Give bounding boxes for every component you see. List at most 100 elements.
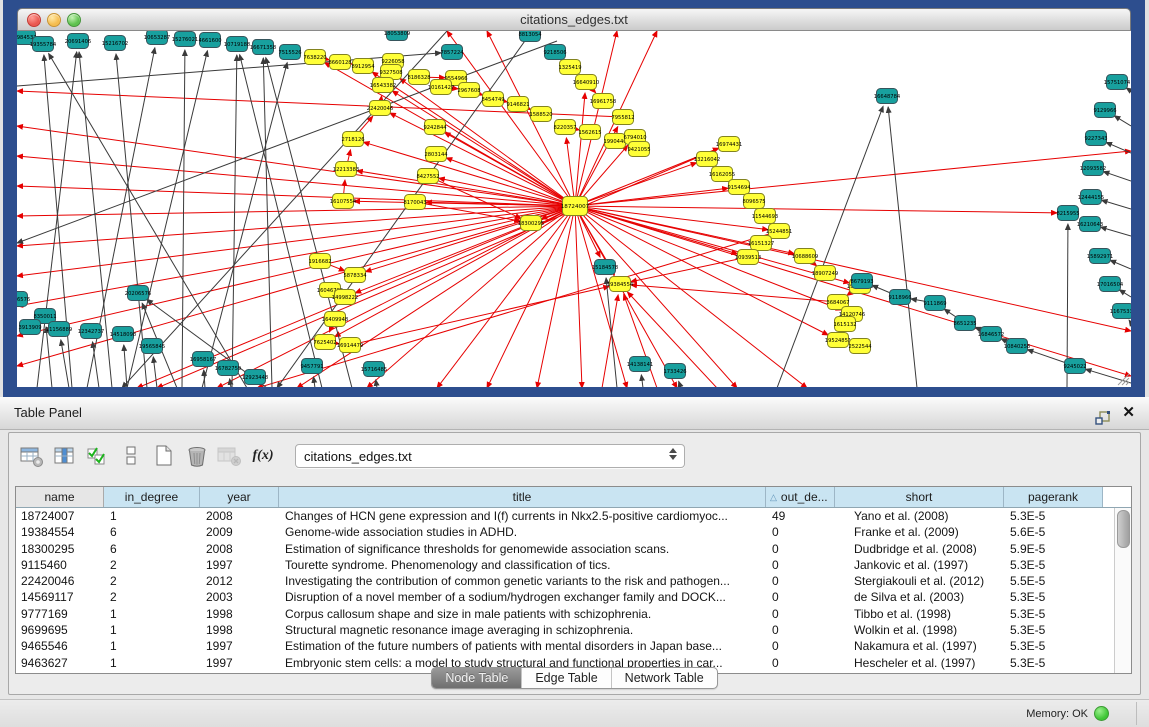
graph-node[interactable]: 1615132 xyxy=(833,317,856,332)
graph-node[interactable]: 15751074 xyxy=(1104,75,1131,90)
graph-node[interactable]: 20691406 xyxy=(65,34,91,49)
graph-node[interactable]: 10653287 xyxy=(144,31,170,45)
graph-node[interactable]: 12093582 xyxy=(1080,161,1106,176)
table-mode-button[interactable] xyxy=(17,441,47,471)
vertical-scrollbar[interactable] xyxy=(1114,508,1131,673)
graph-node[interactable]: 8096575 xyxy=(742,194,765,209)
graph-node[interactable]: 9242844 xyxy=(423,120,447,135)
graph-node[interactable]: 1325419 xyxy=(558,60,581,75)
graph-node[interactable]: 7955812 xyxy=(611,110,634,125)
column-header-pagerank[interactable]: pagerank xyxy=(1004,487,1103,507)
table-selector-dropdown[interactable]: citations_edges.txt xyxy=(295,444,685,468)
graph-node[interactable]: 19355784 xyxy=(30,37,57,52)
graph-node[interactable]: 2522544 xyxy=(848,339,872,354)
minimize-window-button[interactable] xyxy=(47,13,61,27)
tab-edge-table[interactable]: Edge Table xyxy=(521,668,610,688)
column-header-indegree[interactable]: in_degree xyxy=(104,487,200,507)
row-mode-button[interactable] xyxy=(116,441,146,471)
graph-node[interactable]: 16958167 xyxy=(190,352,216,367)
column-header-year[interactable]: year xyxy=(200,487,279,507)
graph-node[interactable]: 19384554 xyxy=(607,277,634,292)
network-canvas[interactable]: 1872400719384554183002957638220866012889… xyxy=(17,31,1131,387)
graph-node[interactable]: 2803144 xyxy=(424,147,448,162)
graph-node[interactable]: 20206576 xyxy=(125,286,151,301)
table-row[interactable]: 977716911998Corpus callosum shape and si… xyxy=(16,606,1114,622)
graph-node[interactable]: 9457791 xyxy=(300,359,323,374)
table-row[interactable]: 1830029562008Estimation of significance … xyxy=(16,541,1114,557)
column-header-outde[interactable]: △out_de... xyxy=(766,487,835,507)
graph-node[interactable]: 9118966 xyxy=(888,290,911,305)
graph-node[interactable]: 9146821 xyxy=(506,97,529,112)
delete-table-button[interactable] xyxy=(215,441,245,471)
graph-node[interactable]: 3913909 xyxy=(18,320,41,335)
graph-node[interactable]: 5878334 xyxy=(343,268,367,283)
graph-node[interactable]: 16151327 xyxy=(748,236,774,251)
graph-node[interactable]: 7857224 xyxy=(440,45,464,60)
graph-node[interactable]: 19565845 xyxy=(139,339,165,354)
graph-node[interactable]: 10688609 xyxy=(792,249,818,264)
close-panel-icon[interactable]: ✕ xyxy=(1122,397,1135,429)
graph-node[interactable]: 9154694 xyxy=(727,180,751,195)
function-builder-button[interactable]: f(x) xyxy=(248,441,278,471)
graph-node[interactable]: 1588520 xyxy=(529,107,552,122)
graph-node[interactable]: 16914479 xyxy=(337,338,363,353)
graph-node[interactable]: 15892971 xyxy=(1087,249,1113,264)
graph-node[interactable]: 2967608 xyxy=(457,83,480,98)
graph-node[interactable]: 16648784 xyxy=(874,89,901,104)
graph-node[interactable]: 16974431 xyxy=(716,137,742,152)
graph-node[interactable]: 18300295 xyxy=(518,216,544,231)
graph-node[interactable]: 8454749 xyxy=(481,92,504,107)
graph-node[interactable]: 7515526 xyxy=(278,45,301,60)
graph-node[interactable]: 16107554 xyxy=(330,194,357,209)
tab-node-table[interactable]: Node Table xyxy=(432,668,521,688)
graph-node[interactable]: 10719188 xyxy=(224,37,250,52)
column-header-name[interactable]: name xyxy=(16,487,104,507)
graph-node[interactable]: 8912954 xyxy=(351,59,375,74)
graph-node[interactable]: 8220357 xyxy=(553,120,576,135)
graph-node[interactable]: 9245022 xyxy=(1063,359,1086,374)
graph-node[interactable]: 9421055 xyxy=(627,142,650,157)
table-row[interactable]: 2242004622012Investigating the contribut… xyxy=(16,573,1114,589)
close-window-button[interactable] xyxy=(27,13,41,27)
graph-node[interactable]: 8660128 xyxy=(328,55,351,70)
graph-node[interactable]: 12213383 xyxy=(333,162,359,177)
graph-node[interactable]: 16543382 xyxy=(370,78,396,93)
select-all-button[interactable] xyxy=(83,441,113,471)
graph-node[interactable]: 8215955 xyxy=(1056,206,1079,221)
graph-node[interactable]: 7625402 xyxy=(313,335,336,350)
graph-node[interactable]: 1733426 xyxy=(663,364,686,379)
graph-node[interactable]: 10840258 xyxy=(1004,339,1030,354)
graph-node[interactable]: 16409948 xyxy=(322,312,348,327)
graph-node[interactable]: 15216702 xyxy=(102,36,128,51)
show-columns-button[interactable] xyxy=(50,441,80,471)
graph-node[interactable]: 8427552 xyxy=(416,169,439,184)
zoom-window-button[interactable] xyxy=(67,13,81,27)
table-row[interactable]: 1938455462009Genome-wide association stu… xyxy=(16,524,1114,540)
graph-node[interactable]: 22420046 xyxy=(367,101,393,116)
delete-column-button[interactable] xyxy=(182,441,212,471)
table-row[interactable]: 1872400712008Changes of HCN gene express… xyxy=(16,508,1114,524)
graph-node[interactable]: 18724007 xyxy=(561,197,590,216)
tab-network-table[interactable]: Network Table xyxy=(611,668,717,688)
graph-node[interactable]: 9218506 xyxy=(543,45,566,60)
graph-node[interactable]: 16961758 xyxy=(590,94,616,109)
column-header-title[interactable]: title xyxy=(279,487,766,507)
graph-node[interactable]: 12444155 xyxy=(1078,190,1104,205)
graph-node[interactable]: 9227343 xyxy=(1084,131,1107,146)
graph-node[interactable]: 1916682 xyxy=(308,254,331,269)
graph-node[interactable]: 11544693 xyxy=(752,209,778,224)
table-row[interactable]: 946554611997Estimation of the future num… xyxy=(16,638,1114,654)
graph-node[interactable]: 8170043 xyxy=(403,195,426,210)
graph-node[interactable]: 10939513 xyxy=(735,250,761,265)
graph-node[interactable]: 19524851 xyxy=(825,333,851,348)
graph-node[interactable]: 8679193 xyxy=(850,274,873,289)
graph-node[interactable]: 18053809 xyxy=(384,31,410,41)
graph-node[interactable]: 14138141 xyxy=(627,357,653,372)
graph-node[interactable]: 9129966 xyxy=(1093,103,1116,118)
graph-node[interactable]: 15716485 xyxy=(361,362,387,377)
graph-node[interactable]: 15184578 xyxy=(592,260,618,275)
table-row[interactable]: 969969511998Structural magnetic resonanc… xyxy=(16,622,1114,638)
graph-node[interactable]: 13216042 xyxy=(694,152,720,167)
graph-node[interactable]: 18907249 xyxy=(812,266,838,281)
graph-node[interactable]: 17016504 xyxy=(1097,277,1124,292)
